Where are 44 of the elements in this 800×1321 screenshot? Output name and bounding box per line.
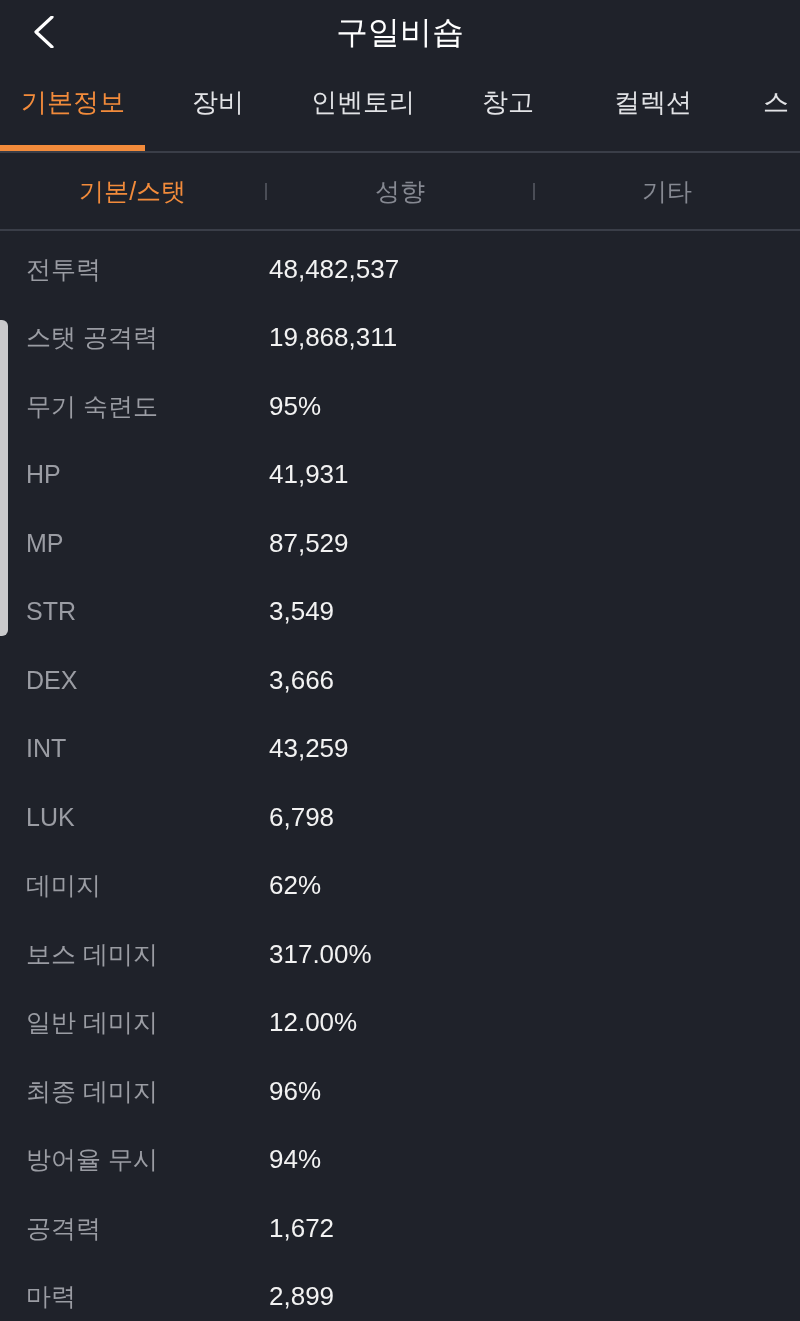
stat-value: 3,666 bbox=[269, 664, 335, 696]
stat-label: 방어율 무시 bbox=[25, 1144, 159, 1176]
stat-value: 48,482,537 bbox=[269, 253, 400, 285]
stat-value: 41,931 bbox=[269, 459, 349, 491]
stat-value: 62% bbox=[269, 870, 322, 902]
stat-label: 전투력 bbox=[25, 253, 102, 285]
stat-value: 87,529 bbox=[269, 527, 349, 559]
stat-value: 96% bbox=[269, 1075, 322, 1107]
stat-value: 317.00% bbox=[269, 938, 372, 970]
stat-value: 1,672 bbox=[269, 1212, 335, 1244]
chevron-left-icon bbox=[34, 16, 54, 48]
stat-label: 보스 데미지 bbox=[25, 938, 159, 970]
stat-label: 일반 데미지 bbox=[25, 1007, 159, 1039]
stat-label: 최종 데미지 bbox=[25, 1075, 159, 1107]
stat-label: STR bbox=[25, 597, 77, 627]
stat-label: DEX bbox=[25, 665, 79, 695]
side-handle[interactable] bbox=[0, 320, 8, 636]
stat-value: 12.00% bbox=[269, 1007, 358, 1039]
stat-label: LUK bbox=[25, 802, 76, 832]
tab[interactable]: 컬렉션 bbox=[580, 66, 725, 151]
stat-value: 6,798 bbox=[269, 801, 335, 833]
stat-label: 데미지 bbox=[25, 870, 102, 902]
stat-value: 43,259 bbox=[269, 733, 349, 765]
stat-value: 94% bbox=[269, 1144, 322, 1176]
stat-value: 3,549 bbox=[269, 596, 335, 628]
stat-label: MP bbox=[25, 528, 65, 558]
stat-label: 공격력 bbox=[25, 1212, 102, 1244]
stat-label: 마력 bbox=[25, 1281, 77, 1313]
subtab[interactable]: 성향 bbox=[267, 153, 533, 229]
stat-label: HP bbox=[25, 460, 62, 490]
stat-label: 무기 숙련도 bbox=[25, 390, 159, 422]
tab[interactable]: 창고 bbox=[435, 66, 580, 151]
stat-value: 95% bbox=[269, 390, 322, 422]
tab[interactable]: 장비 bbox=[145, 66, 290, 151]
subtab[interactable]: 기타 bbox=[534, 153, 800, 229]
stat-label: INT bbox=[25, 734, 68, 764]
tab[interactable]: 스 bbox=[725, 66, 800, 151]
stat-value: 19,868,311 bbox=[269, 322, 398, 354]
page-title: 구일비숍 bbox=[336, 13, 464, 52]
subtab[interactable]: 기본/스탯 bbox=[0, 153, 266, 229]
stat-value: 2,899 bbox=[269, 1281, 335, 1313]
tab[interactable]: 기본정보 bbox=[0, 66, 145, 151]
stat-label: 스탯 공격력 bbox=[25, 322, 159, 354]
tab[interactable]: 인벤토리 bbox=[290, 66, 435, 151]
